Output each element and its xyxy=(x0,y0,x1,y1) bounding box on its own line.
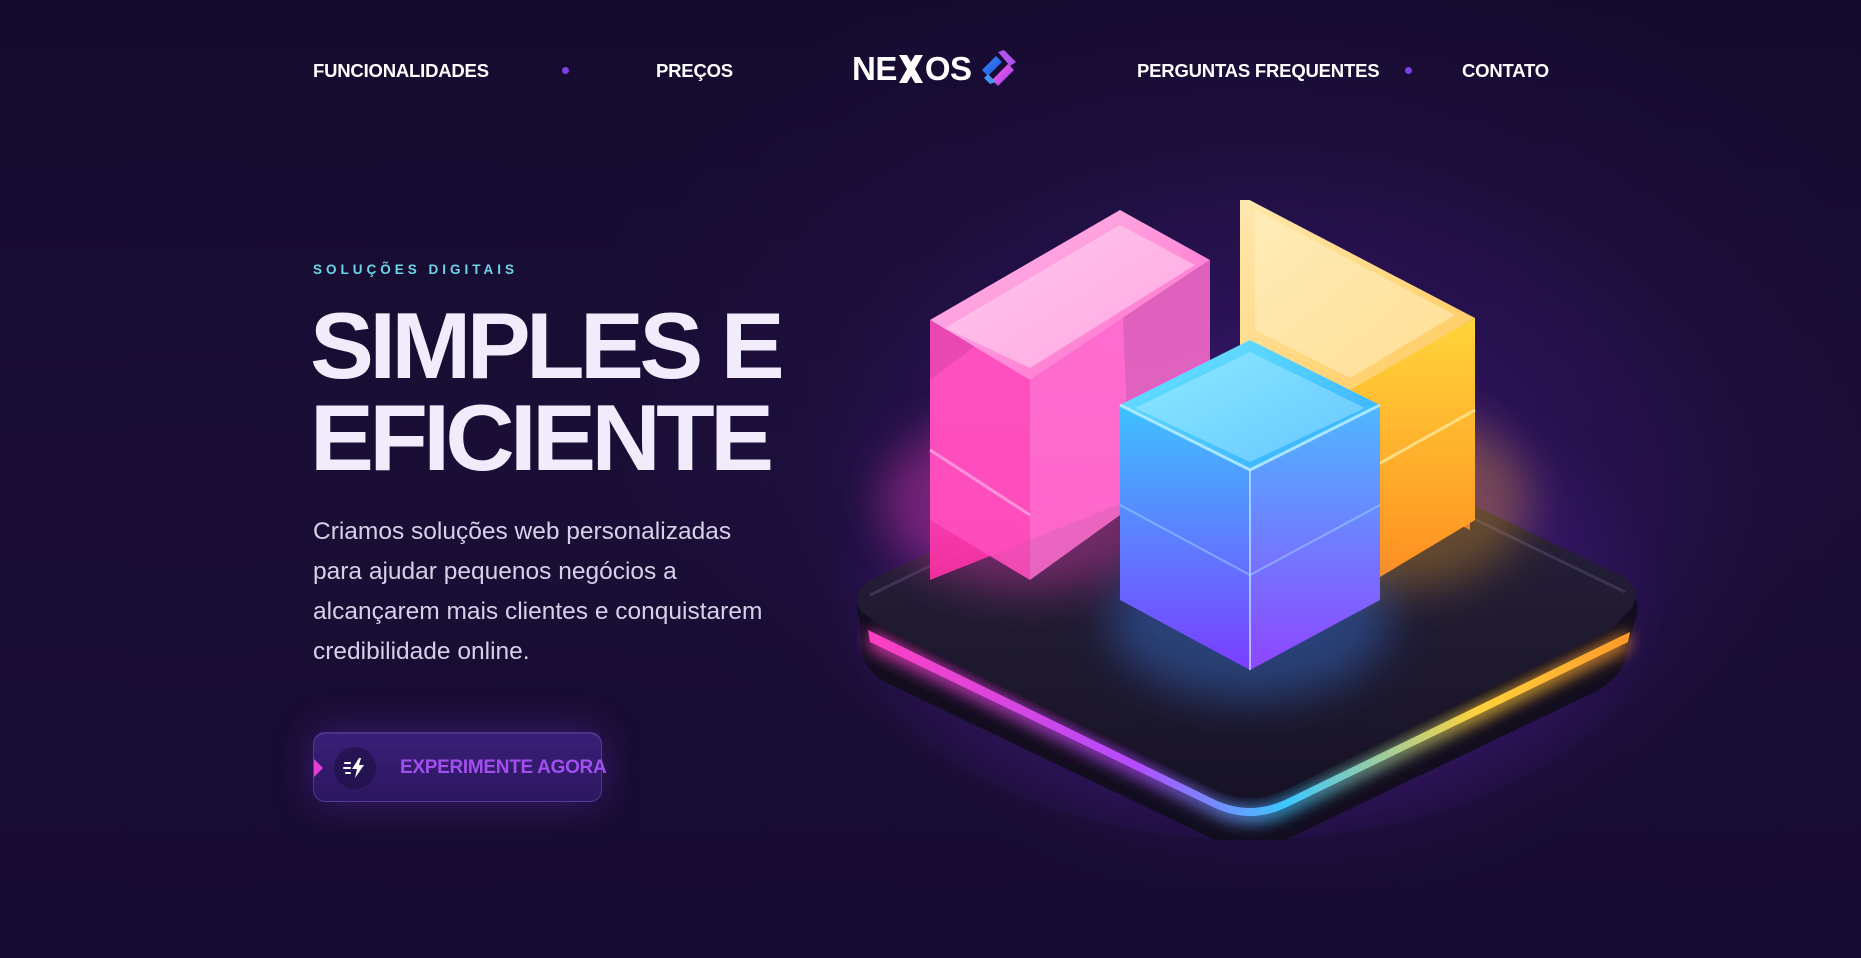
blue-glass-cube xyxy=(1110,340,1390,700)
landing-page: FUNCIONALIDADES PREÇOS NE OS PERGUNTAS F… xyxy=(0,0,1861,958)
hero-headline: SIMPLES E EFICIENTE xyxy=(310,293,785,490)
experimente-agora-button[interactable]: EXPERIMENTE AGORA xyxy=(313,732,607,802)
nav-link-perguntas-frequentes[interactable]: PERGUNTAS FREQUENTES xyxy=(1137,60,1380,82)
hero-headline-line-2: EFICIENTE xyxy=(310,385,774,490)
logo[interactable]: NE OS xyxy=(852,48,1020,88)
logo-text: NE OS xyxy=(852,49,972,87)
isometric-glass-blocks-illustration xyxy=(830,200,1660,840)
hero-eyebrow: SOLUÇÕES DIGITAIS xyxy=(313,262,519,277)
hero-headline-line-1: SIMPLES E xyxy=(310,293,785,398)
cta-marker xyxy=(314,759,323,777)
nav-separator-dot xyxy=(562,67,569,74)
nav-link-contato[interactable]: CONTATO xyxy=(1462,60,1549,82)
cta-label: EXPERIMENTE AGORA xyxy=(400,757,607,778)
nav-separator-dot xyxy=(1405,67,1412,74)
nexos-logo-mark-icon xyxy=(981,50,1016,86)
hero-description: Criamos soluções web personalizadas para… xyxy=(313,518,763,665)
fast-bolt-icon xyxy=(334,747,376,789)
logo-x-glyph xyxy=(898,54,923,83)
nav-link-precos[interactable]: PREÇOS xyxy=(656,60,733,82)
nav-link-funcionalidades[interactable]: FUNCIONALIDADES xyxy=(313,60,489,82)
